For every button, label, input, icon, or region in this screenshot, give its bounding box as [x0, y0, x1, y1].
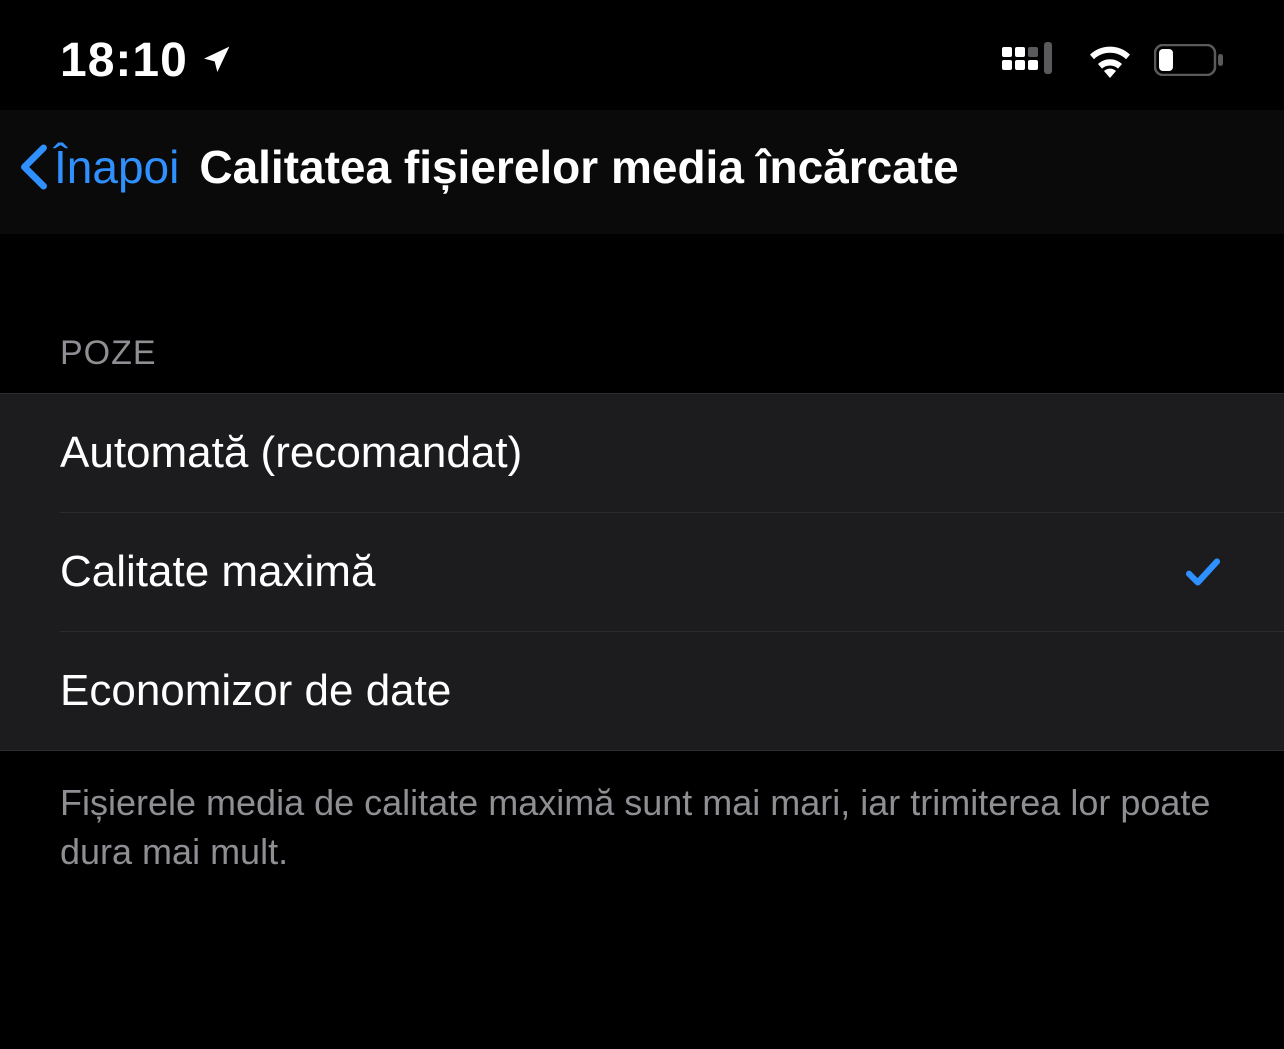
status-time: 18:10	[60, 33, 188, 88]
option-data-saver[interactable]: Economizor de date	[0, 632, 1284, 750]
content-area: POZE Automată (recomandat) Calitate maxi…	[0, 234, 1284, 904]
option-best-quality[interactable]: Calitate maximă	[0, 513, 1284, 631]
battery-icon	[1154, 44, 1224, 76]
cellular-icon	[1002, 40, 1066, 80]
wifi-icon	[1086, 42, 1134, 78]
page-title: Calitatea fișierelor media încărcate	[199, 140, 958, 194]
option-automatic[interactable]: Automată (recomandat)	[0, 394, 1284, 512]
status-right	[1002, 40, 1224, 80]
section-header-photos: POZE	[0, 234, 1284, 393]
option-label: Automată (recomandat)	[60, 428, 522, 478]
option-label: Economizor de date	[60, 666, 451, 716]
checkmark-icon	[1182, 551, 1224, 593]
option-label: Calitate maximă	[60, 547, 375, 597]
quality-options-list: Automată (recomandat) Calitate maximă Ec…	[0, 393, 1284, 751]
status-left: 18:10	[60, 33, 232, 88]
back-button[interactable]: Înapoi	[20, 140, 179, 194]
status-bar: 18:10	[0, 0, 1284, 110]
back-label: Înapoi	[54, 140, 179, 194]
location-icon	[200, 44, 232, 76]
chevron-left-icon	[20, 144, 48, 190]
nav-bar: Înapoi Calitatea fișierelor media încărc…	[0, 110, 1284, 234]
section-footer: Fișierele media de calitate maximă sunt …	[0, 751, 1284, 904]
